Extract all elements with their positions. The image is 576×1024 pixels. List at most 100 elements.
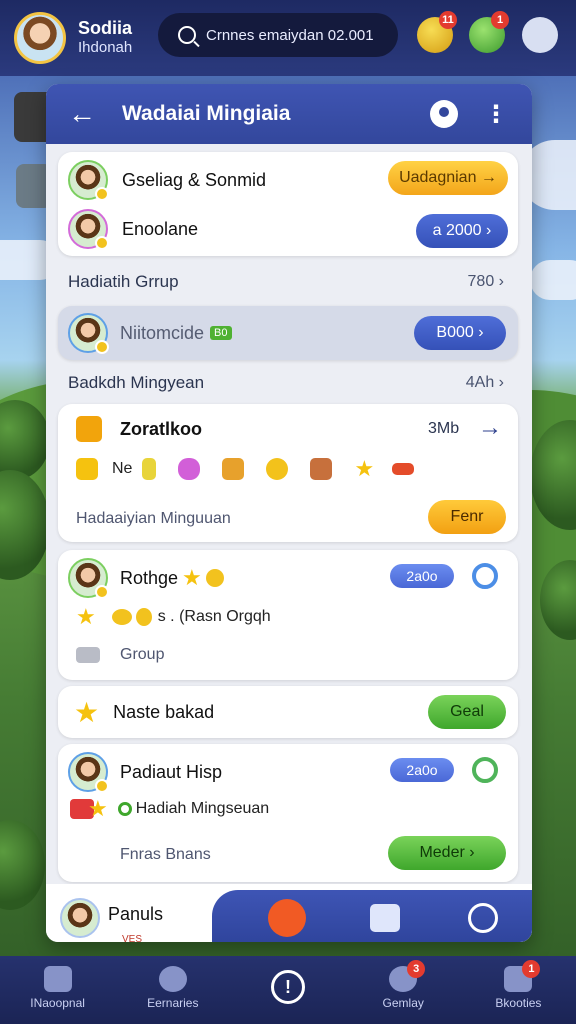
gem-icon bbox=[178, 458, 201, 480]
avatar bbox=[68, 313, 109, 354]
check-icon[interactable] bbox=[468, 903, 498, 933]
action-dock bbox=[212, 890, 532, 942]
highlight-row[interactable]: Niitomcide B0 B000 › bbox=[58, 306, 518, 360]
search-bar[interactable]: Crnnes emaiydan 02.001 bbox=[158, 13, 398, 57]
nav-label: INaoopnal bbox=[30, 996, 85, 1010]
user-block: Sodiia Ihdonah bbox=[78, 18, 132, 58]
rewards-title: Zoratlkoo bbox=[120, 418, 203, 439]
page-title: Wadaiai Mingiaia bbox=[122, 102, 291, 125]
coin-icon bbox=[135, 608, 152, 626]
avatar bbox=[68, 160, 109, 201]
member-footer: Fnras Bnans bbox=[120, 846, 211, 863]
coin-icon[interactable]: 11 bbox=[417, 11, 457, 53]
chat-icon[interactable] bbox=[370, 904, 400, 932]
level-tag: B0 bbox=[210, 326, 232, 340]
home-icon bbox=[43, 966, 72, 992]
join-button[interactable]: B000 › bbox=[414, 316, 506, 350]
main-panel: ← Wadaiai Mingiaia ⋮ Gseliag & Sonmid Ua… bbox=[46, 84, 532, 942]
gear-icon: 3 bbox=[389, 960, 426, 992]
chest-icon bbox=[76, 416, 102, 442]
notification-badge: 1 bbox=[522, 960, 541, 978]
section-count[interactable]: 780 › bbox=[468, 273, 504, 291]
nav-boosters[interactable]: 1 Bkooties bbox=[461, 956, 576, 1024]
user-icon[interactable] bbox=[430, 100, 458, 128]
star-badge-icon bbox=[76, 458, 98, 480]
notification-badge: 3 bbox=[407, 960, 426, 978]
avatar bbox=[68, 209, 109, 250]
group-label: Group bbox=[120, 646, 165, 663]
nav-categories[interactable]: Eernaries bbox=[115, 956, 230, 1024]
nav-center[interactable]: ! bbox=[230, 956, 345, 1024]
member-card: Rothge ★ 2a0o ★ s . (Rasn Orgqh Group bbox=[58, 550, 518, 680]
star-icon: ★ bbox=[88, 796, 108, 821]
friend-name: Gseliag & Sonmid bbox=[122, 169, 267, 190]
nav-label: Gemlay bbox=[382, 996, 424, 1010]
nav-label: Eernaries bbox=[147, 996, 199, 1010]
player-name: Panuls bbox=[108, 904, 164, 924]
score-pill: 2a0o bbox=[390, 758, 454, 782]
profile-face-icon[interactable] bbox=[522, 17, 558, 53]
link-icon bbox=[117, 802, 132, 816]
palette-icon bbox=[158, 966, 187, 992]
arrow-right-icon[interactable]: → bbox=[478, 414, 502, 442]
coin-icon bbox=[205, 569, 224, 587]
invite-card: Gseliag & Sonmid Uadagnian → Enoolane a … bbox=[58, 152, 518, 256]
rewards-card: Zoratlkoo 3Mb → Ne ★ Hadaaiyian Minguuan… bbox=[58, 404, 518, 542]
section-title: Hadiatih Grrup bbox=[68, 272, 179, 291]
friends-icon[interactable]: 1 bbox=[469, 11, 509, 53]
avatar[interactable] bbox=[14, 12, 66, 64]
nav-gameplay[interactable]: 3 Gemlay bbox=[346, 956, 461, 1024]
key-icon bbox=[266, 458, 289, 480]
upgrade-button[interactable]: Uadagnian → bbox=[388, 161, 508, 195]
member-action-button[interactable]: Meder › bbox=[388, 836, 506, 870]
star-icon: ★ bbox=[74, 697, 100, 728]
section-count[interactable]: 4Ah › bbox=[466, 374, 504, 392]
member-detail: Hadiah Mingseuan bbox=[135, 800, 270, 817]
avatar[interactable] bbox=[60, 898, 100, 938]
nav-label: Bkooties bbox=[495, 996, 542, 1010]
star-icon: ★ bbox=[354, 456, 375, 481]
member-name: Padiaut Hisp bbox=[120, 761, 223, 782]
search-icon bbox=[178, 26, 196, 44]
star-icon: ★ bbox=[182, 565, 202, 590]
nav-home[interactable]: INaoopnal bbox=[0, 956, 115, 1024]
member-detail: s . (Rasn Orgqh bbox=[157, 608, 271, 625]
avatar bbox=[68, 752, 109, 793]
battery-icon bbox=[142, 458, 157, 480]
select-toggle[interactable] bbox=[472, 757, 498, 783]
tag-icon bbox=[76, 647, 100, 663]
panel-header: ← Wadaiai Mingiaia ⋮ bbox=[46, 84, 532, 144]
member-card: Padiaut Hisp 2a0o ★ Hadiah Mingseuan Fnr… bbox=[58, 744, 518, 882]
user-name: Sodiia bbox=[78, 18, 133, 38]
member-name: Niitomcide bbox=[120, 322, 205, 343]
player-tag: VES bbox=[122, 934, 143, 942]
more-menu-icon[interactable]: ⋮ bbox=[484, 100, 508, 129]
box-icon bbox=[222, 458, 245, 480]
reward-items: Ne ★ bbox=[76, 456, 436, 482]
avatar bbox=[68, 558, 109, 599]
notification-badge: 1 bbox=[491, 11, 509, 29]
section-title: Badkdh Mingyean bbox=[68, 373, 205, 392]
select-toggle[interactable] bbox=[472, 563, 498, 589]
join-button[interactable]: a 2000 › bbox=[416, 214, 508, 248]
achievement-card: ★ Naste bakad Geal bbox=[58, 686, 518, 738]
achievement-name: Naste bakad bbox=[113, 702, 215, 722]
coin-icon bbox=[111, 609, 132, 625]
user-group-icon: 1 bbox=[504, 960, 541, 992]
refresh-icon[interactable] bbox=[268, 899, 306, 937]
info-icon: ! bbox=[271, 970, 305, 1004]
top-bar: Sodiia Ihdonah Crnnes emaiydan 02.001 11… bbox=[0, 0, 576, 76]
score-pill: 2a0o bbox=[390, 564, 454, 588]
star-icon: ★ bbox=[76, 604, 96, 629]
search-text: Crnnes emaiydan 02.001 bbox=[206, 26, 374, 44]
flag-icon bbox=[392, 463, 415, 475]
user-subtitle: Ihdonah bbox=[78, 39, 133, 56]
claim-button[interactable]: Fenr bbox=[428, 500, 506, 534]
friend-name: Enoolane bbox=[122, 218, 199, 239]
goal-button[interactable]: Geal bbox=[428, 695, 506, 729]
back-arrow-icon[interactable]: ← bbox=[68, 98, 98, 130]
notification-badge: 11 bbox=[439, 11, 457, 29]
reward-label: Ne bbox=[112, 460, 133, 477]
rewards-footer: Hadaaiyian Minguuan bbox=[76, 510, 231, 527]
member-name: Rothge bbox=[120, 567, 179, 588]
